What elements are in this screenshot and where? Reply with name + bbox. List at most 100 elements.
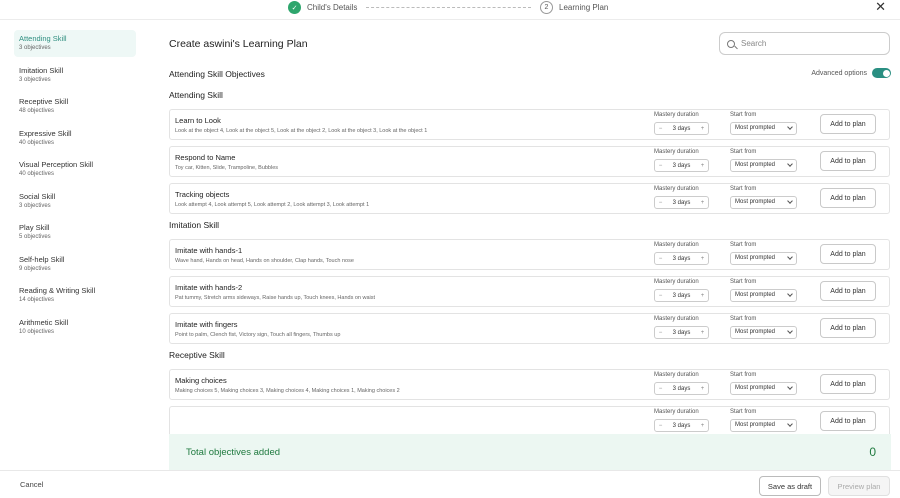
minus-icon[interactable]: − <box>655 423 666 429</box>
close-icon[interactable]: ✕ <box>875 0 886 13</box>
start-from-select[interactable]: Most prompted <box>730 289 797 302</box>
sidebar-item[interactable]: Imitation Skill 3 objectives <box>14 62 136 89</box>
mastery-duration-stepper[interactable]: −3 days + <box>654 252 709 265</box>
preview-plan-button[interactable]: Preview plan <box>828 476 890 496</box>
start-from-label: Start from <box>730 316 757 322</box>
chevron-down-icon <box>787 384 793 390</box>
skills-sidebar: Attending Skill 3 objectives Imitation Ski… <box>0 20 148 470</box>
sidebar-item[interactable]: Arithmetic Skill 10 objectives <box>14 314 136 341</box>
plus-icon[interactable]: + <box>697 423 708 429</box>
group-title: Attending Skill <box>169 90 223 100</box>
plus-icon[interactable]: + <box>697 386 708 392</box>
chevron-down-icon <box>787 124 793 130</box>
sidebar-item[interactable]: Visual Perception Skill 40 objectives <box>14 156 136 183</box>
chevron-down-icon <box>787 198 793 204</box>
add-to-plan-button[interactable]: Add to plan <box>820 411 876 431</box>
start-from-label: Start from <box>730 279 757 285</box>
objective-name: Imitate with hands-2 <box>175 283 243 292</box>
mastery-duration-stepper[interactable]: −3 days + <box>654 289 709 302</box>
start-from-select[interactable]: Most prompted <box>730 252 797 265</box>
footer: Cancel Save as draft Preview plan <box>0 470 900 498</box>
sidebar-item-count: 9 objectives <box>19 265 51 272</box>
plus-icon[interactable]: + <box>697 293 708 299</box>
plus-icon[interactable]: + <box>697 256 708 262</box>
objective-name: Learn to Look <box>175 116 221 125</box>
mastery-duration-label: Mastery duration <box>654 242 699 248</box>
start-from-select[interactable]: Most prompted <box>730 326 797 339</box>
mastery-duration-stepper[interactable]: −3 days + <box>654 159 709 172</box>
chevron-down-icon <box>787 161 793 167</box>
mastery-duration-value: 3 days <box>672 255 691 262</box>
search-input[interactable] <box>741 39 881 48</box>
start-from-select[interactable]: Most prompted <box>730 196 797 209</box>
search-box[interactable] <box>719 32 890 55</box>
minus-icon[interactable]: − <box>655 330 666 336</box>
minus-icon[interactable]: − <box>655 256 666 262</box>
save-draft-button[interactable]: Save as draft <box>759 476 821 496</box>
start-from-value: Most prompted <box>735 422 776 428</box>
start-from-select[interactable]: Most prompted <box>730 419 797 432</box>
sidebar-item[interactable]: Expressive Skill 40 objectives <box>14 125 136 152</box>
sidebar-item-count: 3 objectives <box>19 45 51 51</box>
mastery-duration-stepper[interactable]: −3 days + <box>654 122 709 135</box>
advanced-options-toggle[interactable] <box>872 68 891 78</box>
step-childs-details[interactable]: ✓ Child's Details <box>288 1 357 14</box>
step-learning-plan[interactable]: 2 Learning Plan <box>540 1 608 14</box>
add-to-plan-button[interactable]: Add to plan <box>820 374 876 394</box>
step-label: Child's Details <box>307 3 358 12</box>
plus-icon[interactable]: + <box>697 163 708 169</box>
sidebar-item[interactable]: Play Skill 5 objectives <box>14 219 136 246</box>
minus-icon[interactable]: − <box>655 386 666 392</box>
mastery-duration-stepper[interactable]: −3 days + <box>654 382 709 395</box>
minus-icon[interactable]: − <box>655 163 666 169</box>
mastery-duration-value: 3 days <box>672 199 691 206</box>
start-from-select[interactable]: Most prompted <box>730 382 797 395</box>
start-from-value: Most prompted <box>735 162 776 168</box>
minus-icon[interactable]: − <box>655 126 666 132</box>
start-from-select[interactable]: Most prompted <box>730 159 797 172</box>
start-from-value: Most prompted <box>735 292 776 298</box>
objective-name: Imitate with fingers <box>175 320 238 329</box>
chevron-down-icon <box>787 291 793 297</box>
objective-name: Respond to Name <box>175 153 236 162</box>
add-to-plan-button[interactable]: Add to plan <box>820 318 876 338</box>
objective-description: Look attempt 4, Look attempt 5, Look att… <box>175 202 370 208</box>
start-from-value: Most prompted <box>735 329 776 335</box>
plus-icon[interactable]: + <box>697 126 708 132</box>
sidebar-item[interactable]: Social Skill 3 objectives <box>14 188 136 215</box>
plus-icon[interactable]: + <box>697 200 708 206</box>
add-to-plan-button[interactable]: Add to plan <box>820 281 876 301</box>
sidebar-item-name: Social Skill <box>19 191 56 201</box>
objective-description: Toy car, Kitten, Slide, Trampoline, Bubb… <box>175 165 279 171</box>
add-to-plan-button[interactable]: Add to plan <box>820 188 876 208</box>
sidebar-item-count: 3 objectives <box>19 202 51 209</box>
total-bar: Total objectives added 0 <box>169 434 891 470</box>
sidebar-item[interactable]: Self-help Skill 9 objectives <box>14 251 136 278</box>
sidebar-item-name: Receptive Skill <box>19 97 69 106</box>
cancel-button[interactable]: Cancel <box>20 480 43 489</box>
sidebar-item-name: Attending Skill <box>19 34 67 43</box>
sidebar-item[interactable]: Reading & Writing Skill 14 objectives <box>14 282 136 309</box>
add-to-plan-button[interactable]: Add to plan <box>820 244 876 264</box>
minus-icon[interactable]: − <box>655 293 666 299</box>
sidebar-item-name: Arithmetic Skill <box>19 317 69 327</box>
minus-icon[interactable]: − <box>655 200 666 206</box>
sidebar-item[interactable]: Receptive Skill 48 objectives <box>14 93 136 120</box>
advanced-options: Advanced options <box>811 68 891 78</box>
plus-icon[interactable]: + <box>697 330 708 336</box>
sidebar-item-count: 3 objectives <box>19 76 51 83</box>
add-to-plan-button[interactable]: Add to plan <box>820 114 876 134</box>
mastery-duration-stepper[interactable]: −3 days + <box>654 419 709 432</box>
objective-card: Imitate with fingers Point to palm, Clenc… <box>169 313 890 344</box>
mastery-duration-stepper[interactable]: −3 days + <box>654 196 709 209</box>
add-to-plan-button[interactable]: Add to plan <box>820 151 876 171</box>
objective-description: Look at the object 4, Look at the object… <box>175 128 428 134</box>
sidebar-item[interactable]: Attending Skill 3 objectives <box>14 30 136 57</box>
objective-description: Making choices 5, Making choices 3, Maki… <box>175 388 400 394</box>
mastery-duration-label: Mastery duration <box>654 279 699 285</box>
mastery-duration-stepper[interactable]: −3 days + <box>654 326 709 339</box>
start-from-select[interactable]: Most prompted <box>730 122 797 135</box>
sidebar-item-name: Self-help Skill <box>19 254 65 264</box>
chevron-down-icon <box>787 254 793 260</box>
objective-description: Wave hand, Hands on head, Hands on shoul… <box>175 258 354 264</box>
